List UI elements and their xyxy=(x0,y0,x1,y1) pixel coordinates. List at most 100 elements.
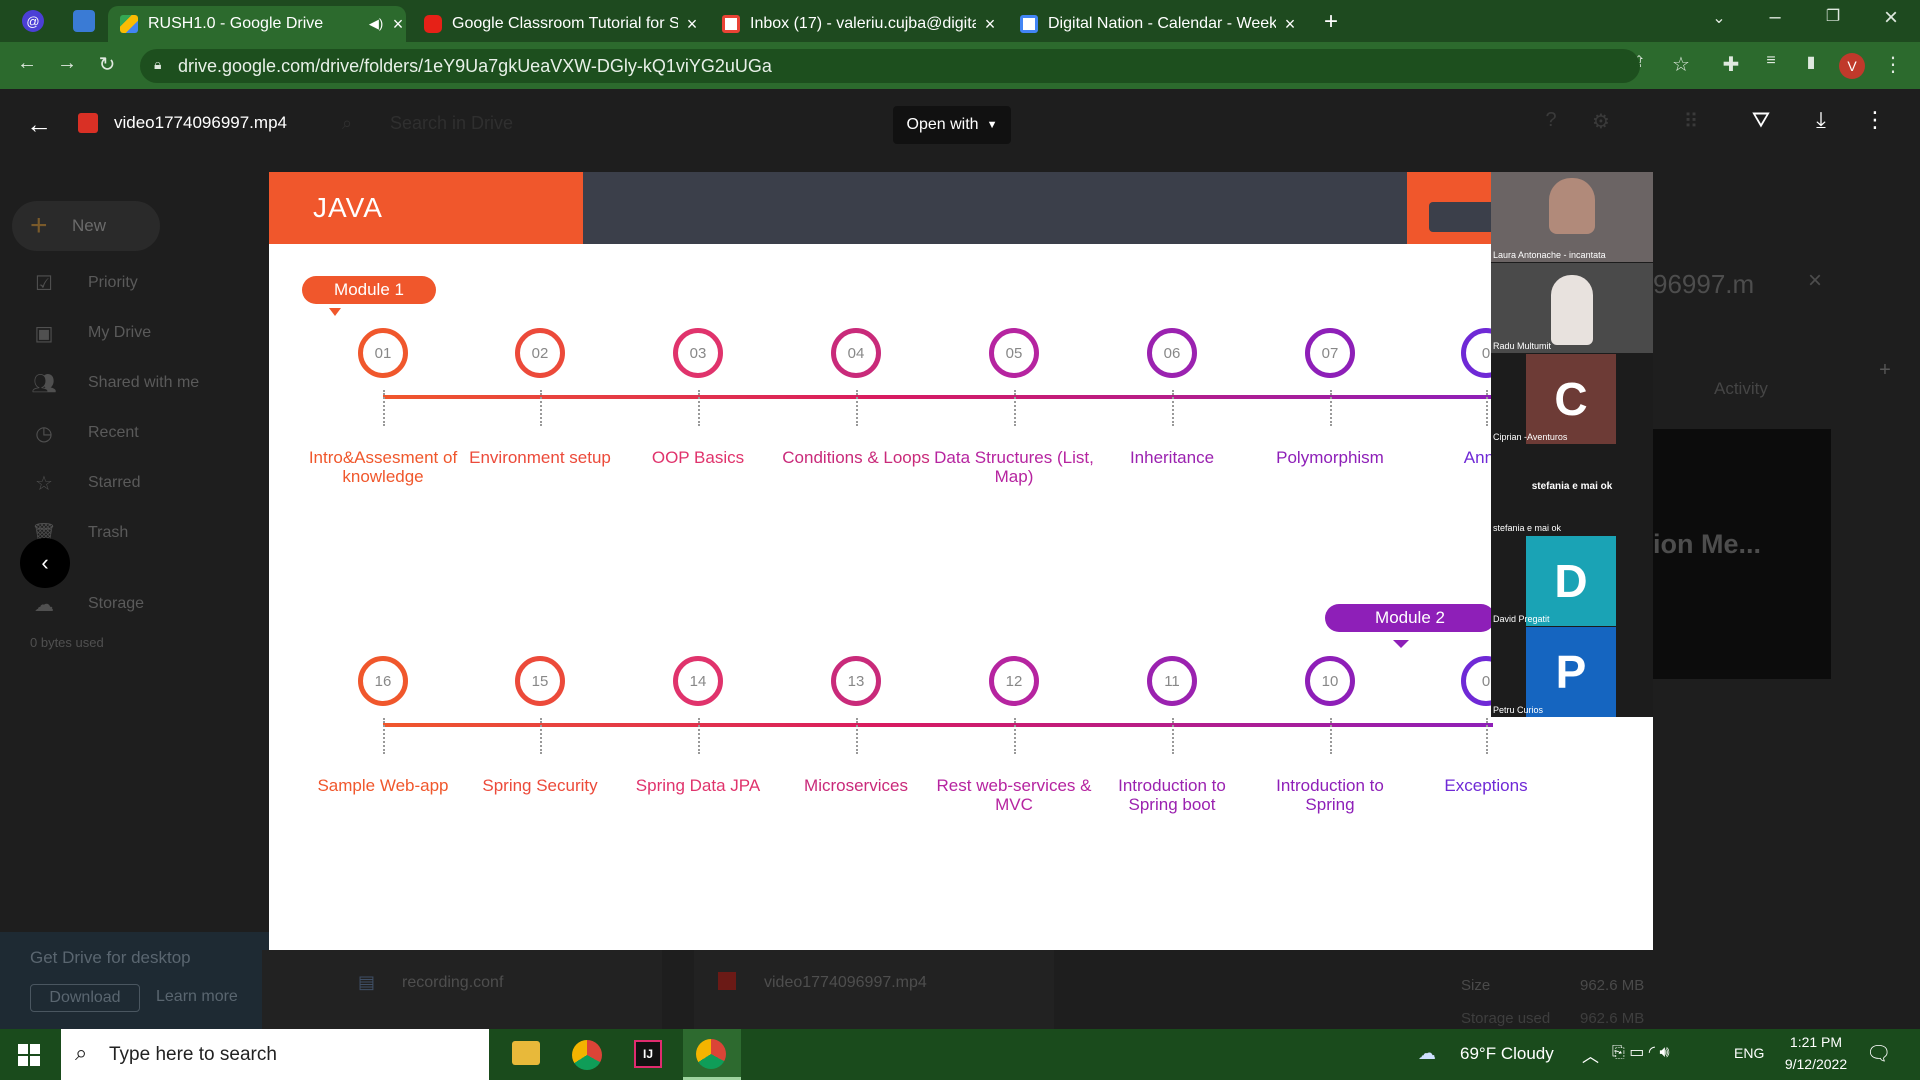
intellij-icon[interactable]: IJ xyxy=(634,1040,662,1068)
add-icon[interactable]: + xyxy=(1872,359,1898,382)
sidebar-item-label: Shared with me xyxy=(88,374,200,391)
milestone-label: Inheritance xyxy=(1129,448,1215,467)
milestone-number: 01 xyxy=(374,344,392,362)
profile-avatar[interactable]: V xyxy=(1839,53,1865,79)
sidebar-item-label: Recent xyxy=(88,424,139,441)
side-panel-icon[interactable]: ▮ xyxy=(1798,52,1824,72)
tab-calendar[interactable]: Digital Nation - Calendar - Week × xyxy=(1008,6,1298,42)
more-options-icon[interactable]: ⋮ xyxy=(1860,107,1890,133)
restore-icon[interactable]: ❐ xyxy=(1820,6,1846,26)
help-icon: ? xyxy=(1545,109,1557,131)
add-to-drive-icon[interactable]: ⛛ xyxy=(1746,107,1776,133)
sidebar-item-priority[interactable]: ☑ Priority xyxy=(30,268,138,298)
language-indicator[interactable]: ENG xyxy=(1734,1045,1764,1061)
tab-youtube[interactable]: Google Classroom Tutorial for St × xyxy=(412,6,700,42)
sidebar-item-label: Storage xyxy=(88,595,145,612)
promo-title: Get Drive for desktop xyxy=(30,948,191,967)
cloud-weather-icon: ☁ xyxy=(1418,1043,1436,1063)
milestone-number: 05 xyxy=(1005,344,1023,362)
file-name: recording.conf xyxy=(402,974,504,991)
tab-search-icon[interactable]: ⌄ xyxy=(1706,8,1732,28)
drive-search-icon: ⌕ xyxy=(342,113,353,133)
media-control-icon[interactable]: ≡ xyxy=(1758,52,1784,70)
chevron-up-icon[interactable]: ︿ xyxy=(1582,1042,1599,1067)
file-card[interactable]: video1774096997.mp4 xyxy=(694,950,1054,1029)
learn-more-link[interactable]: Learn more xyxy=(156,988,238,1006)
file-card[interactable]: ▤ recording.conf xyxy=(262,950,662,1029)
sidebar-item-my-drive[interactable]: ▣ My Drive xyxy=(30,318,152,348)
new-button[interactable]: + New xyxy=(12,201,160,251)
close-details-icon[interactable]: × xyxy=(1808,267,1822,295)
taskbar-search-input[interactable]: ⌕ Type here to search xyxy=(61,1029,489,1080)
participant-name: Ciprian -Aventuros xyxy=(1493,432,1568,442)
close-window-icon[interactable]: × xyxy=(1878,4,1904,32)
weather-text[interactable]: 69°F Cloudy xyxy=(1460,1044,1554,1064)
sidebar-item-storage[interactable]: ☁ Storage xyxy=(30,589,144,619)
sidebar-item-shared[interactable]: 👥︎ Shared with me xyxy=(30,368,199,398)
sidebar-item-recent[interactable]: ◷ Recent xyxy=(30,418,139,448)
size-value: 962.6 MB xyxy=(1580,977,1645,994)
download-button[interactable]: Download xyxy=(30,984,140,1012)
back-arrow-icon[interactable]: ← xyxy=(24,109,54,140)
mute-icon[interactable]: ◀) xyxy=(368,16,384,32)
open-with-button[interactable]: Open with ▼ xyxy=(893,106,1011,144)
tab-gmail[interactable]: Inbox (17) - valeriu.cujba@digital × xyxy=(710,6,998,42)
new-label: New xyxy=(72,216,107,235)
app-tab-icon[interactable]: @ xyxy=(22,10,44,32)
minimize-icon[interactable]: – xyxy=(1762,6,1788,29)
milestone-label: Intro&Assesment of knowledge xyxy=(308,448,458,486)
tab-bar: @ RUSH1.0 - Google Drive ◀) × Google Cla… xyxy=(0,0,1920,42)
milestone-label: Environment setup xyxy=(469,448,611,467)
participant-tile: Laura Antonache - incantata xyxy=(1491,172,1653,262)
timeline-line-bottom xyxy=(383,723,1493,727)
my-drive-icon: ▣ xyxy=(34,322,54,345)
milestone-label: Conditions & Loops xyxy=(782,448,930,467)
file-explorer-icon[interactable] xyxy=(512,1041,540,1065)
menu-icon[interactable]: ⋮ xyxy=(1880,52,1906,77)
sidebar-item-label: Starred xyxy=(88,474,141,491)
milestone-connector xyxy=(1014,390,1016,426)
storage-value: 962.6 MB xyxy=(1580,1010,1645,1027)
download-icon[interactable]: ⤓ xyxy=(1806,107,1836,133)
close-icon[interactable]: × xyxy=(982,14,998,35)
milestone-label: Rest web-services & MVC xyxy=(936,776,1092,814)
milestone-label: Exceptions xyxy=(1444,776,1528,795)
drive-icon xyxy=(120,15,138,33)
activity-tab[interactable]: Activity xyxy=(1714,379,1768,399)
chevron-left-icon[interactable]: ‹ xyxy=(20,538,70,588)
forward-icon[interactable]: → xyxy=(54,52,80,75)
notifications-icon[interactable]: 🗨︎ xyxy=(1866,1041,1892,1066)
close-icon[interactable]: × xyxy=(684,14,700,35)
milestone-connector xyxy=(383,390,385,426)
close-icon[interactable]: × xyxy=(1282,14,1298,35)
tab-drive[interactable]: RUSH1.0 - Google Drive ◀) × xyxy=(108,6,406,42)
windows-start-icon[interactable] xyxy=(18,1044,40,1066)
contacts-tab-icon[interactable] xyxy=(73,10,95,32)
participant-name: Petru Curios xyxy=(1493,705,1544,715)
chrome-active-taskbar[interactable] xyxy=(683,1029,741,1080)
milestone-pin: 10 xyxy=(1305,656,1355,706)
module1-pointer xyxy=(329,308,341,316)
milestone-label: Data Structures (List, Map) xyxy=(934,448,1094,486)
url-field[interactable]: 🔒︎ drive.google.com/drive/folders/1eY9Ua… xyxy=(140,49,1640,83)
milestone-connector xyxy=(383,718,385,754)
chrome-icon[interactable] xyxy=(572,1040,602,1070)
clock-date[interactable]: 9/12/2022 xyxy=(1772,1056,1860,1072)
system-tray-icons[interactable]: ⎘ ▭ ◜ 🔊︎ xyxy=(1612,1042,1670,1062)
back-icon[interactable]: ← xyxy=(14,52,40,75)
close-icon[interactable]: × xyxy=(390,14,406,35)
milestone-pin: 13 xyxy=(831,656,881,706)
clock-time[interactable]: 1:21 PM xyxy=(1780,1034,1852,1050)
extensions-icon[interactable]: ✚ xyxy=(1718,52,1744,77)
reload-icon[interactable]: ↻ xyxy=(94,52,120,77)
bookmark-star-icon[interactable]: ☆ xyxy=(1668,52,1694,77)
milestone-pin: 07 xyxy=(1305,328,1355,378)
milestone-connector xyxy=(1172,718,1174,754)
participant-tile: Radu Multumit xyxy=(1491,263,1653,353)
milestone-number: 0 xyxy=(1481,672,1491,690)
new-tab-icon[interactable]: + xyxy=(1318,8,1344,36)
sidebar-item-starred[interactable]: ☆ Starred xyxy=(30,468,140,498)
participant-tile: C Ciprian -Aventuros xyxy=(1491,354,1653,444)
tab-title: RUSH1.0 - Google Drive xyxy=(148,15,324,32)
url-text: drive.google.com/drive/folders/1eY9Ua7gk… xyxy=(178,55,772,76)
